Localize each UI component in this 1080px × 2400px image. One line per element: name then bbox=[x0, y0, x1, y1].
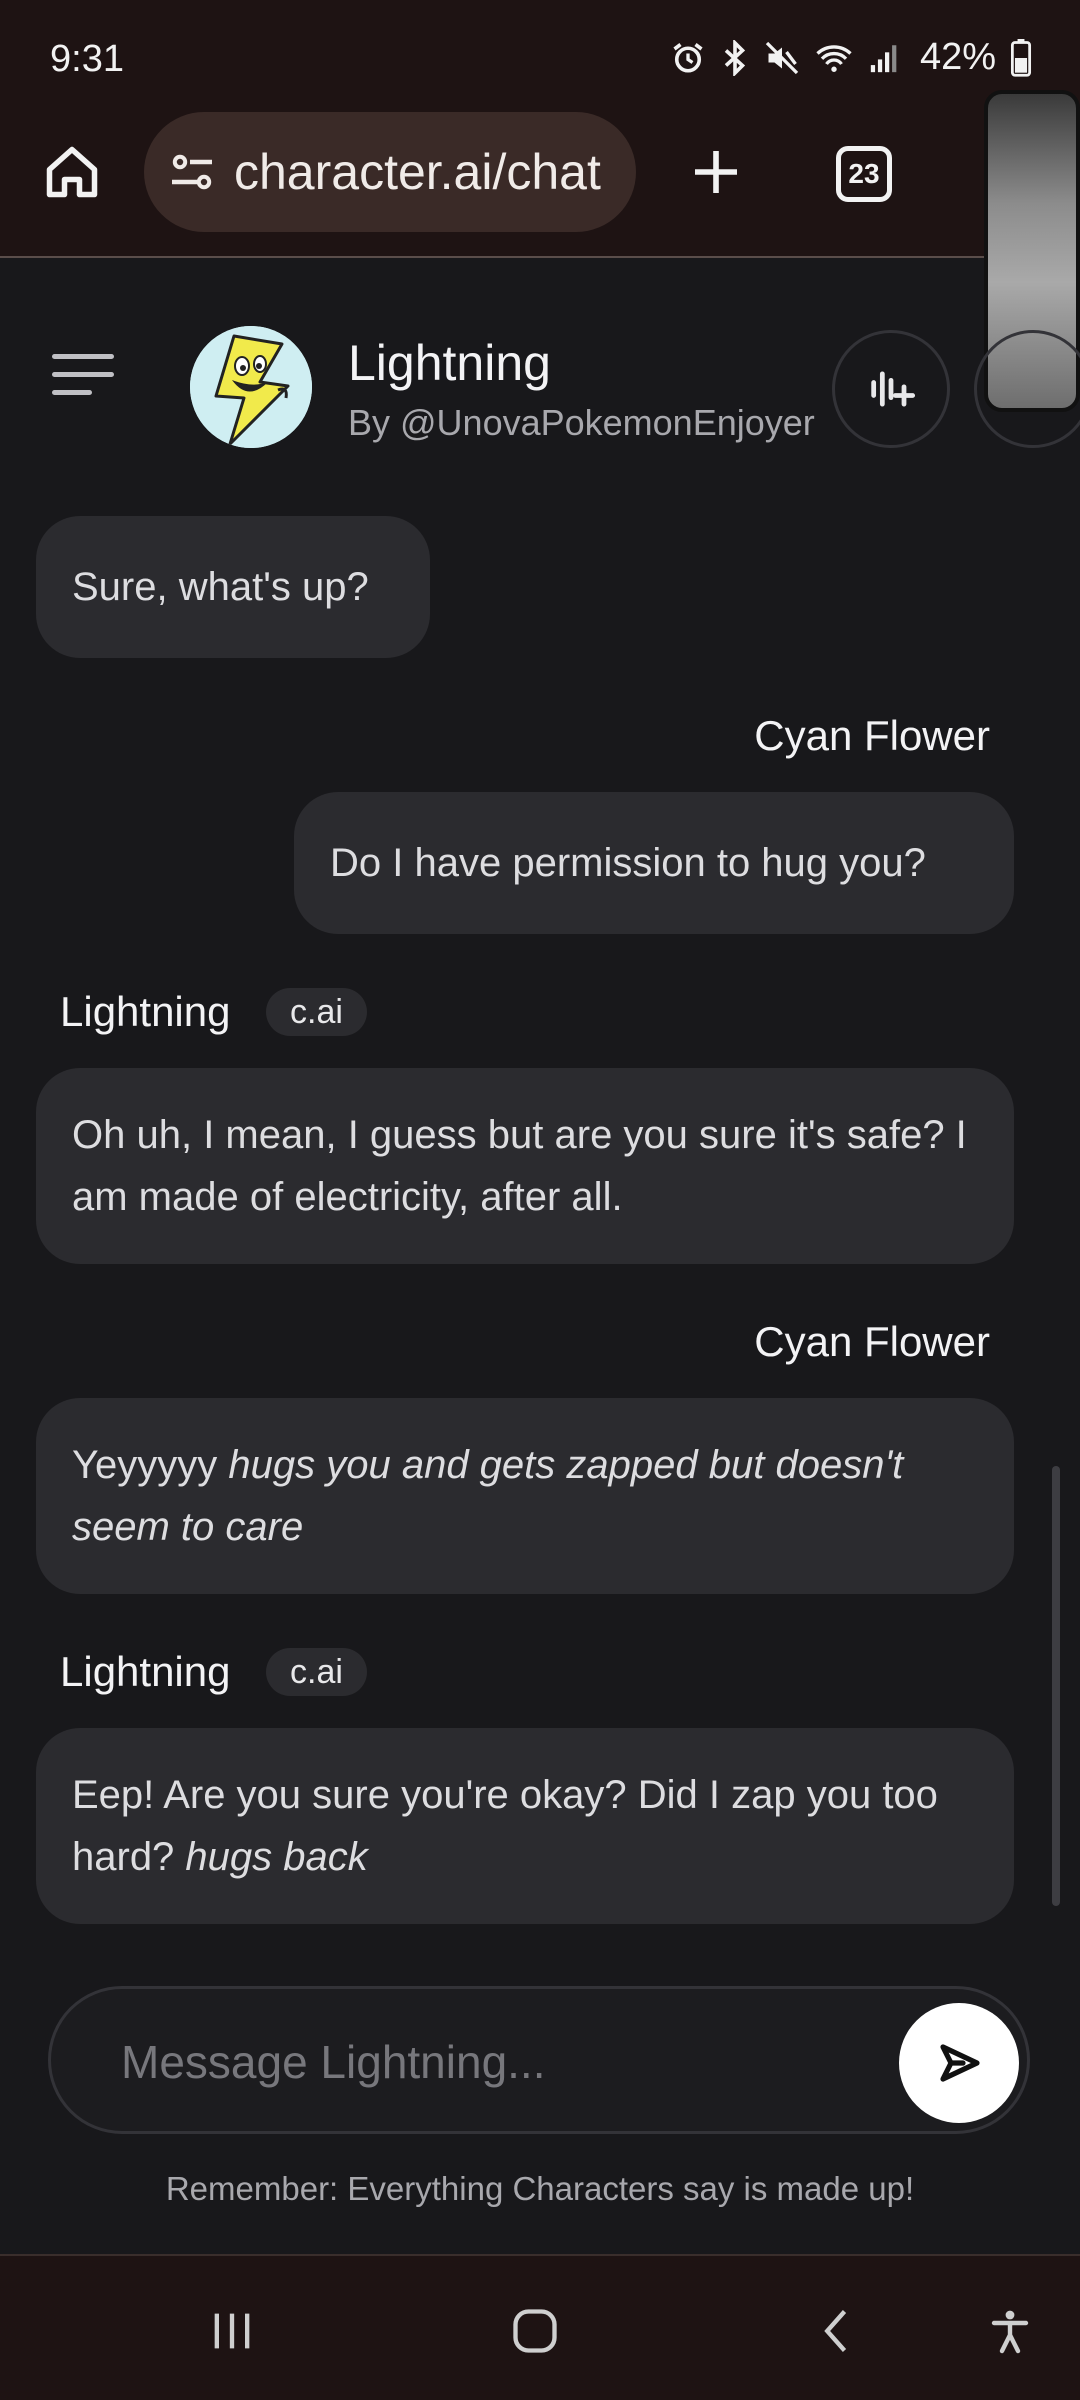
alarm-icon bbox=[673, 42, 703, 73]
recent-apps-button[interactable] bbox=[192, 2296, 272, 2366]
system-navigation-bar bbox=[0, 2254, 1080, 2400]
character-author[interactable]: By @UnovaPokemonEnjoyer bbox=[348, 402, 815, 444]
character-name[interactable]: Lightning bbox=[348, 334, 551, 392]
bluetooth-icon bbox=[724, 39, 746, 76]
user-sender-name: Cyan Flower bbox=[754, 1318, 990, 1365]
message-text: Sure, what's up? bbox=[72, 565, 369, 609]
mute-icon bbox=[765, 41, 799, 74]
home-button[interactable] bbox=[36, 136, 108, 208]
battery-percent: 42% bbox=[919, 36, 996, 78]
url-bar[interactable]: character.ai/chat bbox=[144, 112, 636, 232]
message-text: Do I have permission to hug you? bbox=[330, 841, 926, 885]
character-sender-name: Lightning bbox=[60, 988, 231, 1035]
voice-add-icon bbox=[871, 371, 916, 407]
back-button[interactable] bbox=[798, 2296, 878, 2366]
plus-icon bbox=[695, 151, 737, 193]
site-settings-icon[interactable] bbox=[168, 148, 216, 196]
disclaimer-text: Remember: Everything Characters say is m… bbox=[165, 2170, 915, 2207]
accessibility-button[interactable] bbox=[970, 2296, 1050, 2366]
more-options-button[interactable] bbox=[974, 330, 1080, 448]
lightning-avatar-image bbox=[190, 326, 312, 448]
url-text[interactable]: character.ai/chat bbox=[234, 143, 601, 201]
character-sender-name: Lightning bbox=[60, 1648, 231, 1695]
status-icons: 42% bbox=[670, 36, 1032, 79]
user-message[interactable]: Do I have permission to hug you? bbox=[294, 792, 1014, 934]
recents-icon bbox=[214, 2313, 250, 2349]
menu-button[interactable] bbox=[52, 350, 116, 400]
character-avatar[interactable] bbox=[190, 326, 312, 448]
home-square-icon bbox=[513, 2309, 557, 2353]
home-icon bbox=[46, 146, 98, 198]
chrome-divider bbox=[0, 256, 1080, 258]
send-button[interactable] bbox=[899, 2003, 1019, 2123]
message-action-text: hugs back bbox=[185, 1835, 368, 1879]
signal-icon bbox=[870, 44, 897, 72]
message-text: Yeyyyyy bbox=[72, 1443, 229, 1487]
back-chevron-icon bbox=[824, 2310, 847, 2352]
wifi-icon bbox=[816, 44, 852, 72]
character-message[interactable]: Eep! Are you sure you're okay? Did I zap… bbox=[36, 1728, 1014, 1924]
tab-switcher-button[interactable]: 23 bbox=[836, 146, 892, 202]
cai-badge: c.ai bbox=[266, 1648, 367, 1696]
voice-call-button[interactable] bbox=[832, 330, 950, 448]
message-composer bbox=[48, 1986, 1030, 2134]
user-message[interactable]: Yeyyyyy hugs you and gets zapped but doe… bbox=[36, 1398, 1014, 1594]
status-time: 9:31 bbox=[50, 38, 124, 80]
battery-icon bbox=[1010, 38, 1032, 77]
cai-badge: c.ai bbox=[266, 988, 367, 1036]
new-tab-button[interactable] bbox=[680, 136, 752, 208]
send-icon bbox=[940, 2044, 980, 2082]
home-nav-button[interactable] bbox=[495, 2296, 575, 2366]
message-input[interactable] bbox=[121, 2027, 901, 2097]
message-text: Oh uh, I mean, I guess but are you sure … bbox=[72, 1113, 967, 1219]
user-sender-name: Cyan Flower bbox=[754, 712, 990, 759]
status-bar: 9:31 42% bbox=[0, 0, 1080, 120]
accessibility-icon bbox=[991, 2310, 1029, 2354]
browser-chrome: 9:31 42% character.ai/chat 23 bbox=[0, 0, 1080, 258]
character-message[interactable]: Sure, what's up? bbox=[36, 516, 430, 658]
chat-scrollbar[interactable] bbox=[1052, 1466, 1060, 1906]
character-message[interactable]: Oh uh, I mean, I guess but are you sure … bbox=[36, 1068, 1014, 1264]
